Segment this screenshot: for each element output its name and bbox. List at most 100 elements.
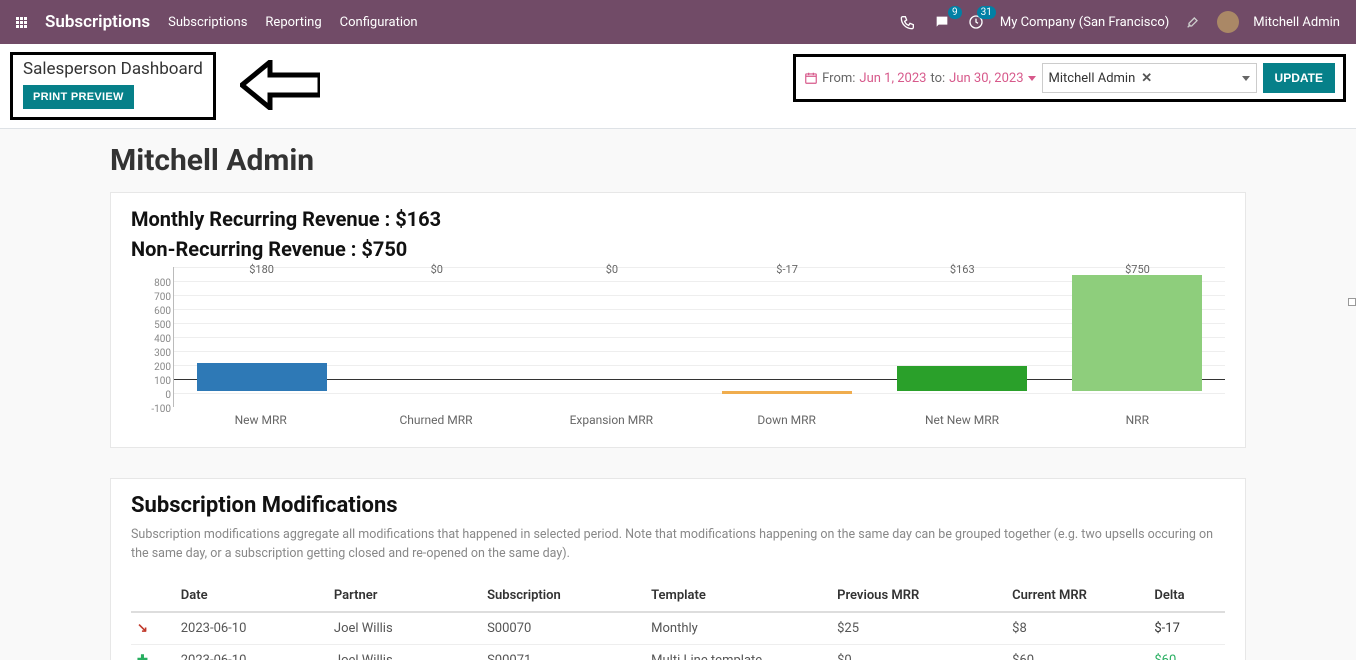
bar xyxy=(897,366,1027,391)
table-cell: Joel Willis xyxy=(328,644,481,660)
table-header: Partner xyxy=(328,580,481,612)
delta-value: $-17 xyxy=(1154,621,1180,636)
table-header: Subscription xyxy=(481,580,645,612)
control-left: Salesperson Dashboard PRINT PREVIEW xyxy=(10,52,216,120)
table-header: Delta xyxy=(1148,580,1225,612)
x-tick: NRR xyxy=(1050,413,1225,427)
chat-badge: 9 xyxy=(948,6,962,19)
nav-item-reporting[interactable]: Reporting xyxy=(265,15,321,30)
date-from-value: Jun 1, 2023 xyxy=(859,71,926,86)
table-row[interactable]: ↘ 2023-06-10Joel WillisS00070Monthly$25$8… xyxy=(131,612,1225,645)
nrr-label: Non-Recurring Revenue : xyxy=(131,237,356,261)
app-brand[interactable]: Subscriptions xyxy=(45,12,150,32)
y-tick: 700 xyxy=(131,291,171,305)
bar xyxy=(1072,275,1202,392)
x-tick: Down MRR xyxy=(699,413,874,427)
control-left-box: Salesperson Dashboard PRINT PREVIEW xyxy=(10,52,216,120)
modifications-card: Subscription Modifications Subscription … xyxy=(110,478,1246,660)
update-button[interactable]: UPDATE xyxy=(1263,63,1335,93)
chart-plot: $180$0$0$-17$163$750 xyxy=(173,267,1225,407)
x-tick: Net New MRR xyxy=(874,413,1049,427)
arrow-down-icon: ↘ xyxy=(137,621,148,636)
main-scroll[interactable]: Mitchell Admin Monthly Recurring Revenue… xyxy=(0,129,1356,660)
table-cell: S00071 xyxy=(481,644,645,660)
bar-col: $0 xyxy=(524,267,699,407)
bar xyxy=(722,391,852,394)
salesperson-value: Mitchell Admin xyxy=(1049,71,1136,86)
calendar-icon xyxy=(804,71,818,85)
nrr-value: $750 xyxy=(361,237,407,261)
bar-value-label: $180 xyxy=(174,263,349,276)
table-cell: ↘ xyxy=(131,612,175,645)
salesperson-input[interactable]: Mitchell Admin ✕ xyxy=(1042,63,1257,93)
control-right-box: From: Jun 1, 2023 to: Jun 30, 2023 Mitch… xyxy=(793,54,1346,102)
bar-col: $180 xyxy=(174,267,349,407)
bar-col: $0 xyxy=(349,267,524,407)
mrr-label: Monthly Recurring Revenue : xyxy=(131,207,390,231)
revenue-card: Monthly Recurring Revenue : $163 Non-Rec… xyxy=(110,192,1246,448)
table-cell: $60 xyxy=(1006,644,1148,660)
table-header: Template xyxy=(645,580,831,612)
y-tick: -100 xyxy=(131,403,171,417)
y-tick: 200 xyxy=(131,361,171,375)
table-cell: 2023-06-10 xyxy=(175,612,328,645)
page-title: Mitchell Admin xyxy=(110,143,1246,178)
user-name[interactable]: Mitchell Admin xyxy=(1253,15,1340,30)
chevron-down-icon xyxy=(1028,76,1036,81)
modifications-title: Subscription Modifications xyxy=(131,493,1225,518)
chart-bars: $180$0$0$-17$163$750 xyxy=(174,267,1225,407)
chart-x-axis: New MRRChurned MRRExpansion MRRDown MRRN… xyxy=(173,413,1225,427)
user-avatar[interactable] xyxy=(1217,11,1239,33)
table-cell: Joel Willis xyxy=(328,612,481,645)
control-panel: Salesperson Dashboard PRINT PREVIEW From… xyxy=(0,44,1356,129)
clear-salesperson-icon[interactable]: ✕ xyxy=(1141,71,1152,86)
top-navbar: Subscriptions Subscriptions Reporting Co… xyxy=(0,0,1356,44)
chart-y-axis: 8007006005004003002001000-100 xyxy=(131,277,171,417)
table-header: Current MRR xyxy=(1006,580,1148,612)
x-tick: New MRR xyxy=(173,413,348,427)
phone-icon[interactable] xyxy=(898,12,918,32)
nav-item-subscriptions[interactable]: Subscriptions xyxy=(168,15,247,30)
salesperson-dropdown-icon[interactable] xyxy=(1242,71,1250,86)
date-to-prefix: to: xyxy=(930,71,945,86)
table-cell: 2023-06-10 xyxy=(175,644,328,660)
nav-item-configuration[interactable]: Configuration xyxy=(340,15,418,30)
date-from-prefix: From: xyxy=(822,71,855,86)
table-header: Date xyxy=(175,580,328,612)
table-row[interactable]: ✚2023-06-10Joel WillisS00071Multi Line t… xyxy=(131,644,1225,660)
y-tick: 300 xyxy=(131,347,171,361)
table-cell: $25 xyxy=(831,612,1006,645)
plus-icon: ✚ xyxy=(137,653,148,660)
arrow-annotation-icon xyxy=(240,60,320,114)
table-header xyxy=(131,580,175,612)
apps-icon[interactable] xyxy=(16,17,27,28)
clock-icon[interactable]: 31 xyxy=(966,12,986,32)
bar-col: $163 xyxy=(875,267,1050,407)
table-cell: S00070 xyxy=(481,612,645,645)
date-range-picker[interactable]: From: Jun 1, 2023 to: Jun 30, 2023 xyxy=(804,71,1035,86)
company-name[interactable]: My Company (San Francisco) xyxy=(1000,15,1169,30)
table-cell: $8 xyxy=(1006,612,1148,645)
table-cell: Monthly xyxy=(645,612,831,645)
modifications-table: DatePartnerSubscriptionTemplatePrevious … xyxy=(131,580,1225,660)
tools-icon[interactable] xyxy=(1183,12,1203,32)
print-preview-button[interactable]: PRINT PREVIEW xyxy=(23,85,134,109)
nav-left: Subscriptions Subscriptions Reporting Co… xyxy=(16,12,418,32)
y-tick: 400 xyxy=(131,333,171,347)
bar-col: $-17 xyxy=(700,267,875,407)
breadcrumb: Salesperson Dashboard xyxy=(23,59,203,79)
bar-col: $750 xyxy=(1050,267,1225,407)
y-tick: 0 xyxy=(131,389,171,403)
date-to-value: Jun 30, 2023 xyxy=(949,71,1023,86)
bar-value-label: $0 xyxy=(524,263,699,276)
y-tick: 600 xyxy=(131,305,171,319)
mrr-value: $163 xyxy=(395,207,441,231)
nrr-line: Non-Recurring Revenue : $750 xyxy=(131,237,1225,261)
chat-icon[interactable]: 9 xyxy=(932,12,952,32)
y-tick: 500 xyxy=(131,319,171,333)
resize-handle-icon[interactable] xyxy=(1348,298,1356,306)
y-tick: 800 xyxy=(131,277,171,291)
table-header: Previous MRR xyxy=(831,580,1006,612)
table-cell: $0 xyxy=(831,644,1006,660)
nav-right: 9 31 My Company (San Francisco) Mitchell… xyxy=(898,11,1340,33)
